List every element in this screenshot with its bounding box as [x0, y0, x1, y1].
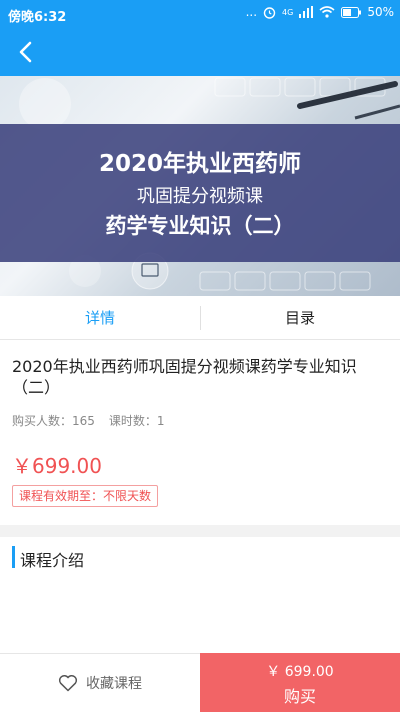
course-banner: 2020年执业西药师 巩固提分视频课 药学专业知识（二）	[0, 76, 400, 296]
network-label: 4G	[282, 7, 294, 17]
banner-title-line-1: 2020年执业西药师	[98, 151, 301, 177]
course-meta: 购买人数：165 课时数：1	[12, 412, 165, 429]
section-title: 课程介绍	[20, 551, 85, 570]
lesson-count: 课时数：1	[108, 414, 165, 428]
status-bar: 傍晚6:32 ... 4G 50%	[0, 0, 400, 28]
validity-badge: 课程有效期至：不限天数	[12, 485, 159, 507]
tab-details[interactable]: 详情	[0, 296, 200, 339]
status-dots: ...	[245, 5, 258, 19]
bottom-action-bar: 收藏课程 ￥ 699.00 购买	[0, 653, 400, 712]
back-button[interactable]	[10, 36, 42, 68]
battery-percent: 50%	[367, 5, 394, 19]
tab-bar: 详情 目录	[0, 296, 400, 340]
nav-bar	[0, 28, 400, 76]
buy-button[interactable]: ￥ 699.00 购买	[200, 653, 400, 712]
buy-button-label: 购买	[283, 687, 316, 706]
alarm-icon	[263, 6, 276, 19]
favorite-label: 收藏课程	[86, 676, 142, 692]
chevron-left-icon	[19, 41, 32, 63]
section-separator	[0, 525, 400, 537]
heart-icon	[58, 675, 78, 692]
wifi-icon	[319, 6, 335, 18]
tab-divider	[200, 306, 201, 330]
status-time: 傍晚6:32	[8, 10, 67, 25]
section-accent-bar	[12, 546, 15, 568]
course-price: ￥699.00	[12, 454, 102, 478]
tab-catalog[interactable]: 目录	[200, 296, 400, 339]
signal-icon	[299, 6, 314, 18]
course-title: 2020年执业西药师巩固提分视频课药学专业知识（二）	[12, 357, 357, 397]
buy-button-price: ￥ 699.00	[266, 664, 334, 680]
banner-title-line-2: 巩固提分视频课	[137, 186, 263, 207]
status-icons: ... 4G 50%	[246, 5, 394, 19]
course-intro-header: 课程介绍	[0, 545, 400, 571]
buyers-count: 购买人数：165	[12, 414, 95, 428]
favorite-button[interactable]: 收藏课程	[0, 654, 200, 712]
battery-icon	[341, 6, 362, 18]
banner-title-line-3: 药学专业知识（二）	[105, 214, 295, 238]
